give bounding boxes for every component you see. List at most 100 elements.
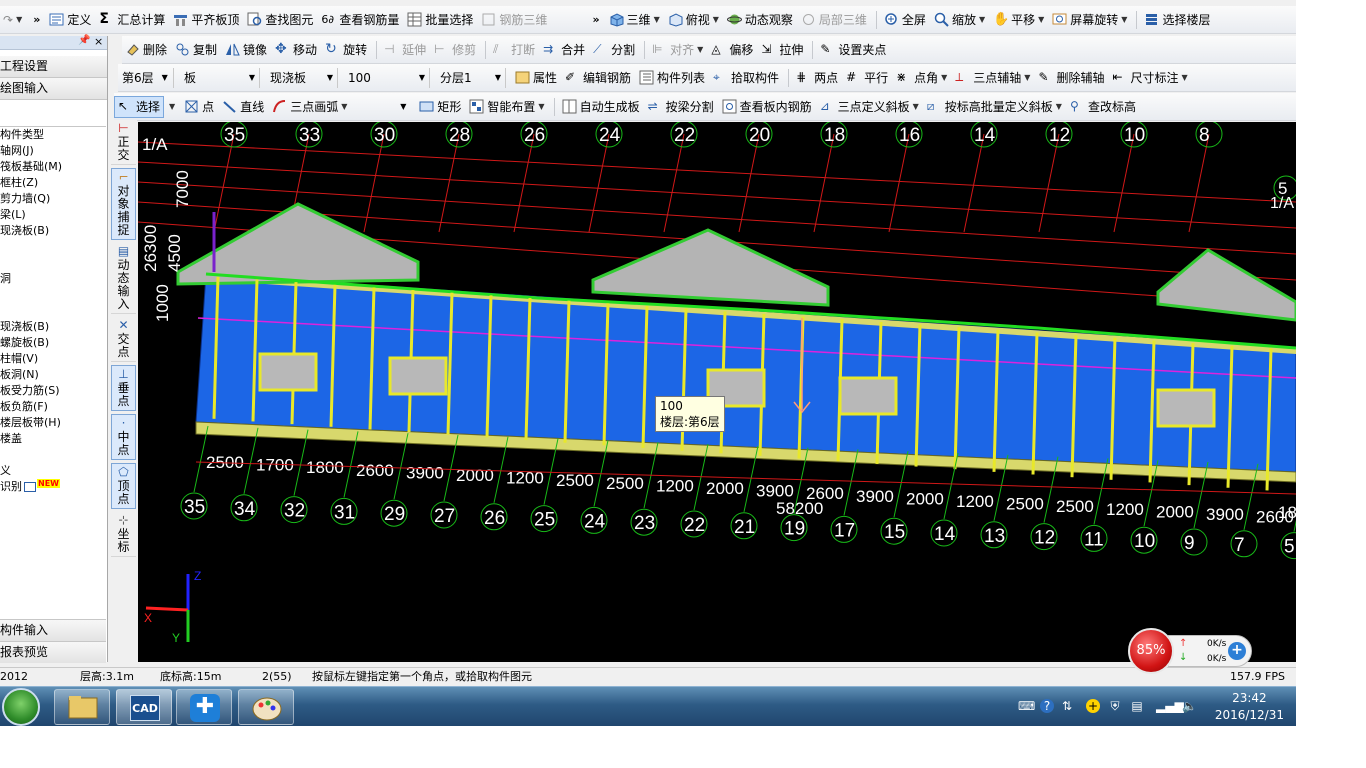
three-d-button[interactable]: 三维 ▼	[606, 9, 663, 31]
dynamic-view-button[interactable]: 动态观察	[724, 9, 796, 31]
tree-item[interactable]	[0, 303, 106, 319]
help-icon[interactable]: ?	[1040, 699, 1054, 713]
chevron-down-icon[interactable]: ▼	[979, 15, 985, 24]
delete-axis-button[interactable]: ✎ 删除辅轴	[1035, 67, 1107, 89]
keyboard-icon[interactable]: ⌨	[1018, 699, 1035, 713]
taskbar-glodon[interactable]: ✚	[176, 689, 232, 725]
snap-perpendicular-button[interactable]: ⊥ 垂点	[111, 365, 136, 411]
chevron-down-icon[interactable]: ▼	[654, 15, 660, 24]
network-speed-widget[interactable]: ↑ 0K/s ↓ 0K/s + 85%	[1128, 628, 1256, 674]
tree-item[interactable]: 洞	[0, 271, 106, 287]
tree-item[interactable]	[0, 447, 106, 463]
add-icon[interactable]: +	[1228, 642, 1246, 660]
chevron-down-icon[interactable]: ▼	[1056, 102, 1062, 111]
dimension-button[interactable]: ⇤ 尺寸标注 ▼	[1109, 67, 1190, 89]
pan-button[interactable]: ✋ 平移 ▼	[990, 9, 1047, 31]
line-button[interactable]: 直线	[219, 96, 267, 118]
copy-button[interactable]: 复制	[172, 39, 220, 61]
snap-vertex-button[interactable]: ⬠ 顶点	[111, 463, 136, 509]
merge-button[interactable]: ⇉ 合并	[540, 39, 588, 61]
local-3d-button[interactable]: 局部三维	[798, 9, 870, 31]
delete-button[interactable]: 删除	[122, 39, 170, 61]
find-element-button[interactable]: 查找图元	[244, 9, 316, 31]
memory-percent-ball[interactable]: 85%	[1128, 628, 1174, 674]
view-inner-rebar-button[interactable]: 查看板内钢筋	[719, 96, 815, 118]
tree-item[interactable]: 梁(L)	[0, 207, 106, 223]
shield-icon[interactable]: ⛨	[1108, 699, 1122, 713]
chevron-down-icon[interactable]: ▼	[941, 73, 947, 82]
extend-button[interactable]: ⊣ 延伸	[381, 39, 429, 61]
rect-button[interactable]: 矩形	[416, 96, 464, 118]
rebar-3d-button[interactable]: 钢筋三维	[478, 9, 550, 31]
tree-item[interactable]: 轴网(J)	[0, 143, 106, 159]
stretch-button[interactable]: ⇲ 拉伸	[758, 39, 806, 61]
tree-item[interactable]: 柱帽(V)	[0, 351, 106, 367]
type-select[interactable]: 现浇板 ▼	[266, 67, 338, 88]
taskbar-paint[interactable]	[238, 689, 294, 725]
rotate-button[interactable]: ↻ 旋转	[322, 39, 370, 61]
align-button[interactable]: ⊫ 对齐 ▼	[649, 39, 706, 61]
chevron-down-icon[interactable]: ▼	[1181, 73, 1187, 82]
start-button[interactable]	[2, 688, 40, 726]
layer-select[interactable]: 分层1 ▼	[436, 67, 506, 88]
chevron-down-icon[interactable]: ▼	[1038, 15, 1044, 24]
define-button[interactable]: 定义	[46, 9, 94, 31]
batch-slope-button[interactable]: ⧄ 按标高批量定义斜板 ▼	[924, 96, 1065, 118]
floor-select[interactable]: 第6层 ▼	[118, 67, 174, 88]
zoom-button[interactable]: 缩放 ▼	[931, 9, 988, 31]
split-by-beam-button[interactable]: ⇌ 按梁分割	[645, 96, 717, 118]
report-preview-button[interactable]: 报表预览	[0, 641, 106, 663]
full-screen-button[interactable]: 全屏	[881, 9, 929, 31]
thickness-select[interactable]: 100 ▼	[344, 67, 430, 88]
tree-item[interactable]	[0, 239, 106, 255]
volume-icon[interactable]: 🔈	[1182, 699, 1197, 713]
snap-dynamic-input-button[interactable]: ▤ 动态输入	[111, 243, 136, 314]
trim-button[interactable]: ⊢ 修剪	[431, 39, 479, 61]
tree-item[interactable]: 识别 NEW	[0, 479, 106, 495]
tree-item[interactable]: 框柱(Z)	[0, 175, 106, 191]
close-icon[interactable]: ×	[94, 35, 103, 48]
mirror-button[interactable]: 镜像	[222, 39, 270, 61]
tree-item[interactable]	[0, 255, 106, 271]
tree-item[interactable]: 现浇板(B)	[0, 319, 106, 335]
select-floor-button[interactable]: 选择楼层	[1141, 9, 1213, 31]
tree-item[interactable]: 板受力筋(S)	[0, 383, 106, 399]
plus-tray-icon[interactable]: +	[1086, 699, 1100, 713]
drawing-input-button[interactable]: 绘图输入	[0, 78, 107, 100]
tree-item[interactable]: 楼盖	[0, 431, 106, 447]
chevron-down-icon[interactable]: ▼	[913, 102, 919, 111]
chevron-down-icon[interactable]: ▼	[697, 45, 703, 54]
arc-option-select[interactable]: ▼	[352, 97, 410, 117]
tree-item[interactable]: 板洞(N)	[0, 367, 106, 383]
tree-item[interactable]: 现浇板(B)	[0, 223, 106, 239]
tree-item[interactable]: 义	[0, 463, 106, 479]
parallel-button[interactable]: # 平行	[843, 67, 891, 89]
model-viewport[interactable]: 35 33 30 28 26 24 22 20 18 16 14 12 10 82500 1700 1800 2…	[138, 122, 1296, 662]
pin-icon[interactable]: 📌	[78, 35, 90, 46]
chevron-down-icon[interactable]: ▼	[713, 15, 719, 24]
snap-midpoint-button[interactable]: ⋅ 中点	[111, 414, 136, 460]
tree-item[interactable]: 剪力墙(Q)	[0, 191, 106, 207]
clipboard-icon[interactable]: ▤	[1130, 699, 1144, 713]
snap-intersection-button[interactable]: ✕ 交点	[111, 317, 136, 362]
break-button[interactable]: ⫽ 打断	[490, 39, 538, 61]
split-button[interactable]: ⟋ 分割	[590, 39, 638, 61]
point-button[interactable]: 点	[181, 96, 217, 118]
point-angle-button[interactable]: ⋇ 点角 ▼	[893, 67, 950, 89]
chevron-down-icon[interactable]: ▼	[538, 102, 544, 111]
signal-icon[interactable]: ▂▄▆	[1156, 699, 1184, 713]
taskbar-explorer[interactable]	[54, 689, 110, 725]
set-grip-button[interactable]: ✎ 设置夹点	[817, 39, 889, 61]
toolbar-overflow-icon-2[interactable]: »	[592, 13, 599, 26]
chevron-down-icon[interactable]: ▼	[169, 102, 175, 111]
smart-layout-button[interactable]: 智能布置 ▼	[466, 96, 547, 118]
element-input-button[interactable]: 构件输入	[0, 619, 106, 641]
tree-item[interactable]: 构件类型	[0, 127, 106, 143]
chevron-down-icon[interactable]: ▼	[1121, 15, 1127, 24]
snap-orthogonal-button[interactable]: ⊢ 正交	[111, 120, 136, 165]
sum-calc-button[interactable]: Σ 汇总计算	[96, 9, 168, 31]
tree-item[interactable]: 楼层板带(H)	[0, 415, 106, 431]
edit-rebar-button[interactable]: ✐ 编辑钢筋	[562, 67, 634, 89]
drawing-canvas[interactable]: 35 33 30 28 26 24 22 20 18 16 14 12 10 8 2500 1700 1800 2…	[138, 122, 1296, 662]
arc-button[interactable]: 三点画弧 ▼	[269, 96, 350, 118]
